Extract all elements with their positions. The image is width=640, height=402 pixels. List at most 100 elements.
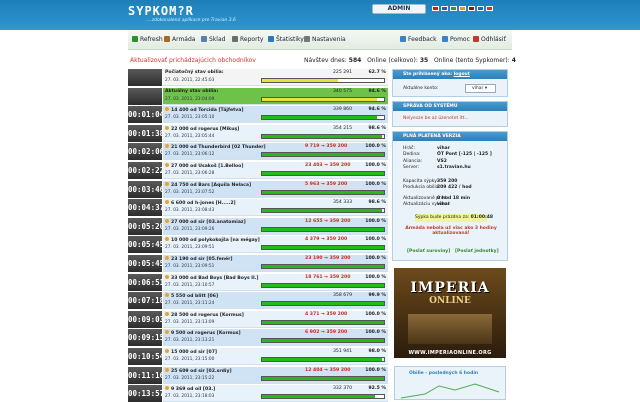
language-flag-icon[interactable] bbox=[459, 6, 466, 11]
merchant-row-body: 6 600 od h-jones [H.....2] 27. 03. 2011, … bbox=[163, 199, 388, 217]
merchant-name[interactable]: 23 190 od sir [05.fenér] bbox=[165, 256, 233, 262]
logout-link[interactable]: logout bbox=[454, 72, 470, 77]
fill-bar bbox=[261, 319, 385, 325]
merchant-name[interactable]: 22 000 od rogerus [Mikuş] bbox=[165, 125, 239, 132]
merchant-icon bbox=[165, 237, 169, 242]
merchant-name[interactable]: 25 609 od sir [02.srdiy] bbox=[165, 367, 232, 374]
online-value: 35 bbox=[419, 57, 429, 64]
settings-icon bbox=[304, 36, 310, 42]
admin-button[interactable]: ADMIN bbox=[372, 4, 426, 14]
fill-bar bbox=[261, 96, 385, 102]
fill-percent: 100.0 % bbox=[365, 311, 386, 317]
merchant-name[interactable]: 33 000 od Bad Boys [Bad Boys II.] bbox=[165, 274, 259, 281]
merchant-name[interactable]: 24 750 od Bars [Aquila Nelaca] bbox=[165, 181, 251, 188]
send-troops-link[interactable]: [Poslať jednotky] bbox=[455, 249, 499, 254]
grain-chart-title: Obilie - posledných 6 hodín bbox=[409, 371, 479, 376]
arrival-date: 27. 03. 2011, 23:15:22 bbox=[165, 375, 215, 381]
merchant-name[interactable]: 15 000 od sir [07] bbox=[165, 349, 217, 355]
nav-feedback[interactable]: Feedback bbox=[400, 36, 437, 43]
language-flag-icon[interactable] bbox=[486, 6, 493, 11]
nav-help[interactable]: Pomoc bbox=[442, 36, 470, 43]
merchant-name[interactable]: 10 000 od polykokojša [na mégay] bbox=[165, 237, 260, 243]
fill-bar bbox=[261, 264, 385, 269]
countdown-placeholder bbox=[128, 69, 162, 86]
fill-bar bbox=[261, 375, 385, 381]
language-flag-icon[interactable] bbox=[450, 6, 457, 11]
merchant-row: 00:03:46 24 750 od Bars [Aquila Nelaca] 27… bbox=[128, 180, 388, 198]
fill-bar bbox=[261, 301, 385, 307]
countdown-timer: 00:09:15 bbox=[128, 329, 164, 347]
granary-value: 5 963 → 359 200 bbox=[305, 181, 348, 187]
merchant-icon bbox=[165, 181, 169, 186]
fill-bar bbox=[261, 152, 385, 158]
merchant-row: 00:09:03 28 500 od rogerus [Kormus] 27. 03… bbox=[128, 310, 388, 328]
nav-reports[interactable]: Reporty bbox=[232, 36, 263, 43]
merchant-row-body: 5 550 od blitt [06] 27. 03. 2011, 23:11:2… bbox=[163, 292, 388, 310]
merchant-name[interactable]: Počiatočný stav obilia: bbox=[165, 70, 224, 75]
language-flag-icon[interactable] bbox=[477, 6, 484, 11]
app-logo[interactable]: SYPKOM?R bbox=[128, 4, 194, 18]
fill-bar-level bbox=[262, 283, 384, 287]
app-slogan: ....zdokonalená aplikace pre Travian 3.6 bbox=[146, 18, 236, 23]
imperia-online-banner[interactable]: IMPERIA ONLINE WWW.IMPERIAONLINE.ORG bbox=[394, 268, 506, 358]
nav-logout[interactable]: Odhlásiť bbox=[473, 36, 506, 43]
nav-army[interactable]: Armáda bbox=[164, 36, 195, 43]
main-nav: Refresh Armáda Sklad Reporty Štatistiky Nasta… bbox=[128, 30, 512, 50]
fill-bar-level bbox=[262, 153, 384, 157]
merchant-row-body: 15 000 od sir [07] 27. 03. 2011, 23:15:00… bbox=[163, 348, 388, 365]
send-resources-link[interactable]: [Poslať suroviny] bbox=[407, 249, 450, 254]
visits-label: Návštev dnes: bbox=[304, 57, 347, 64]
info-value: s1.travian.hu bbox=[437, 164, 471, 170]
granary-value: 23 403 → 359 200 bbox=[305, 163, 351, 168]
fill-bar bbox=[261, 115, 385, 121]
countdown-timer: 00:13:57 bbox=[128, 385, 164, 402]
merchant-row: Aktuálny stav obilia: 27. 03. 2011, 23:04… bbox=[128, 87, 388, 105]
merchant-name[interactable]: 6 600 od h-jones [H.....2] bbox=[165, 200, 236, 206]
grain-chart-graph bbox=[400, 383, 500, 399]
online-tool-value: 4 bbox=[511, 57, 516, 64]
merchant-name[interactable]: 27 000 od Usakoš [1.Belloo] bbox=[165, 163, 243, 169]
granary-value: 225 291 bbox=[333, 70, 352, 75]
granary-value: 339 860 bbox=[333, 107, 352, 113]
language-flag-icon[interactable] bbox=[441, 6, 448, 11]
nav-warehouse[interactable]: Sklad bbox=[201, 36, 225, 43]
header-bar: SYPKOM?R ....zdokonalená aplikace pre Tr… bbox=[0, 0, 640, 30]
merchant-icon bbox=[165, 386, 169, 391]
nav-settings[interactable]: Nastavenia bbox=[304, 36, 346, 43]
merchant-name[interactable]: 28 500 od rogerus [Kormus] bbox=[165, 311, 244, 318]
merchant-row-body: Počiatočný stav obilia: 27. 03. 2011, 22:… bbox=[163, 69, 388, 86]
merchant-row-body: 23 190 od sir [05.fenér] 27. 03. 2011, 23… bbox=[163, 255, 388, 272]
language-flag-icon[interactable] bbox=[468, 6, 475, 11]
reports-icon bbox=[232, 36, 238, 42]
granary-value: 351 941 bbox=[333, 349, 352, 354]
arrival-date: 27. 03. 2011, 23:09:26 bbox=[165, 226, 215, 232]
countdown-timer: 00:07:18 bbox=[128, 292, 164, 310]
arrival-date: 27. 03. 2011, 23:06:28 bbox=[165, 171, 215, 176]
account-select[interactable]: vihar ▾ bbox=[465, 84, 497, 93]
fill-percent: 94.6 % bbox=[368, 107, 386, 113]
merchant-name[interactable]: 27 000 od sir [03.anatomiaz] bbox=[165, 218, 246, 225]
arrival-date: 27. 03. 2011, 23:06:12 bbox=[165, 152, 215, 158]
merchant-name[interactable]: 9 369 od oil [03.] bbox=[165, 386, 215, 392]
countdown-timer: 00:01:04 bbox=[128, 106, 164, 124]
merchant-name[interactable]: 9 500 od rogerus [Kormus] bbox=[165, 330, 241, 336]
info-label: Kapacita sýpky: bbox=[403, 179, 439, 184]
fill-bar bbox=[261, 78, 385, 83]
info-label: Hráč: bbox=[403, 146, 415, 151]
merchant-name[interactable]: 5 550 od blitt [06] bbox=[165, 293, 218, 299]
merchant-name[interactable]: Aktuálny stav obilia: bbox=[165, 89, 218, 94]
nav-stats[interactable]: Štatistiky bbox=[268, 36, 304, 43]
merchant-name[interactable]: 21 000 od Thunderbird [02 Thunder] bbox=[165, 144, 266, 150]
info-value: 0 hod 18 min bbox=[437, 196, 471, 201]
info-label: Produkcia obilia: bbox=[403, 185, 440, 191]
fill-bar bbox=[261, 357, 385, 362]
merchant-row: 00:11:16 25 609 od sir [02.srdiy] 27. 03. … bbox=[128, 366, 388, 384]
info-value: 209 422 / hod bbox=[437, 185, 472, 191]
merchant-icon bbox=[165, 218, 169, 223]
language-flag-icon[interactable] bbox=[432, 6, 439, 11]
countdown-timer: 00:10:54 bbox=[128, 348, 164, 365]
nav-refresh[interactable]: Refresh bbox=[132, 36, 163, 43]
fill-percent: 100.0 % bbox=[365, 237, 386, 243]
merchant-name[interactable]: 14 400 od Torcida [Täjfetva] bbox=[165, 107, 244, 113]
update-merchants-link[interactable]: Aktualizovať prichádzajúcich obchodníkov bbox=[130, 57, 256, 64]
